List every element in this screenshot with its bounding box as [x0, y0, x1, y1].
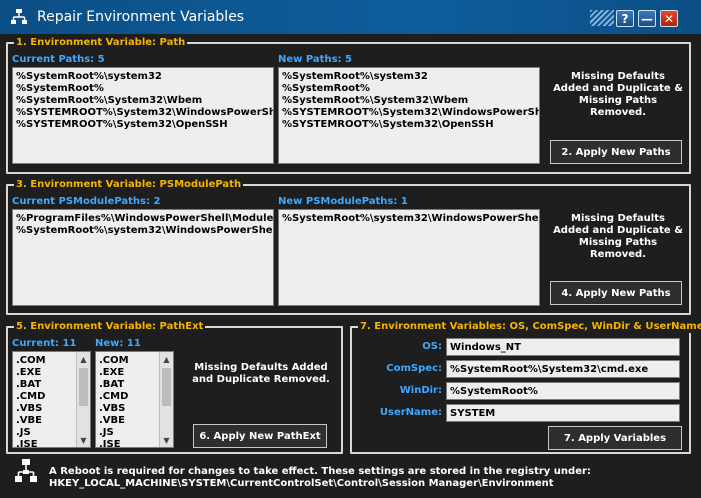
windir-field[interactable]: %SystemRoot% [446, 382, 680, 400]
path-group-title: 1. Environment Variable: Path [14, 36, 188, 49]
scroll-thumb[interactable] [79, 368, 88, 406]
pathext-status-note: Missing Defaults Added and Duplicate Rem… [192, 362, 330, 385]
list-item[interactable]: .COM [16, 355, 46, 367]
apply-new-paths-button[interactable]: 2. Apply New Paths [550, 140, 682, 164]
close-button[interactable]: ✕ [660, 10, 678, 27]
list-item[interactable]: %SystemRoot%\system32 [282, 71, 536, 83]
minimize-button[interactable]: — [638, 10, 656, 27]
new-pathext-label: New: 11 [95, 338, 141, 349]
network-tree-icon [15, 459, 37, 482]
comspec-field[interactable]: %SystemRoot%\System32\cmd.exe [446, 360, 680, 378]
list-item[interactable]: .EXE [16, 367, 46, 379]
new-psmodulepaths-list[interactable]: %SystemRoot%\system32\WindowsPowerShell\… [278, 209, 540, 306]
list-item[interactable]: .JSE [99, 439, 129, 447]
list-item[interactable]: .VBS [16, 403, 46, 415]
list-item[interactable]: %SystemRoot%\system32\WindowsPowerShell\… [16, 225, 273, 237]
new-paths-list[interactable]: %SystemRoot%\system32 %SystemRoot% %Syst… [278, 67, 540, 164]
scroll-up-icon[interactable]: ▲ [160, 352, 173, 366]
list-item[interactable]: %SystemRoot%\system32 [16, 71, 270, 83]
title-bar[interactable]: Repair Environment Variables ? — ✕ [0, 0, 701, 34]
list-item[interactable]: %SystemRoot%\system32\WindowsPowerShell\… [282, 213, 539, 225]
variables-group: 7. Environment Variables: OS, ComSpec, W… [350, 320, 701, 454]
username-label: UserName: [379, 407, 442, 418]
path-status-note: Missing Defaults Added and Duplicate & M… [553, 71, 683, 118]
current-pathext-scrollbar[interactable]: ▲ ▼ [76, 352, 90, 447]
help-button[interactable]: ? [616, 10, 634, 27]
apply-new-pathext-button[interactable]: 6. Apply New PathExt [193, 424, 327, 448]
list-item[interactable]: .COM [99, 355, 129, 367]
current-paths-list[interactable]: %SystemRoot%\system32 %SystemRoot% %Syst… [12, 67, 274, 164]
titlebar-decoration [590, 10, 614, 26]
apply-variables-button[interactable]: 7. Apply Variables [548, 426, 682, 450]
list-item[interactable]: .EXE [99, 367, 129, 379]
list-item[interactable]: %SystemRoot%\System32\Wbem [282, 95, 536, 107]
window-title: Repair Environment Variables [37, 9, 245, 25]
list-item[interactable]: .VBE [99, 415, 129, 427]
new-paths-label: New Paths: 5 [278, 54, 352, 65]
list-item[interactable]: .JSE [16, 439, 46, 447]
list-item[interactable]: %SystemRoot%\System32\Wbem [16, 95, 270, 107]
new-pathext-scrollbar[interactable]: ▲ ▼ [159, 352, 173, 447]
new-psmodulepaths-label: New PSModulePaths: 1 [278, 196, 408, 207]
footer-line-1: A Reboot is required for changes to take… [49, 466, 591, 477]
list-item[interactable]: %ProgramFiles%\WindowsPowerShell\Modules [16, 213, 273, 225]
current-paths-label: Current Paths: 5 [12, 54, 105, 65]
list-item[interactable]: %SYSTEMROOT%\System32\WindowsPowerShell [16, 107, 273, 119]
list-item[interactable]: .CMD [99, 391, 129, 403]
list-item[interactable]: .CMD [16, 391, 46, 403]
username-field[interactable]: SYSTEM [446, 404, 680, 422]
scroll-down-icon[interactable]: ▼ [77, 433, 90, 447]
scroll-down-icon[interactable]: ▼ [160, 433, 173, 447]
windir-label: WinDir: [399, 385, 442, 396]
psmodulepath-group-title: 3. Environment Variable: PSModulePath [14, 178, 244, 191]
scroll-up-icon[interactable]: ▲ [77, 352, 90, 366]
list-item[interactable]: %SYSTEMROOT%\System32\OpenSSH [282, 119, 536, 131]
comspec-label: ComSpec: [386, 363, 442, 374]
path-group: 1. Environment Variable: Path Current Pa… [6, 36, 691, 174]
psmodulepath-status-note: Missing Defaults Added and Duplicate & M… [553, 213, 683, 260]
list-item[interactable]: %SystemRoot% [16, 83, 270, 95]
new-pathext-list[interactable]: .COM .EXE .BAT .CMD .VBS .VBE .JS .JSE ▲… [95, 351, 174, 448]
pathext-group-title: 5. Environment Variable: PathExt [14, 320, 206, 333]
list-item[interactable]: %SYSTEMROOT%\System32\OpenSSH [16, 119, 270, 131]
psmodulepath-group: 3. Environment Variable: PSModulePath Cu… [6, 178, 691, 315]
footer-note: A Reboot is required for changes to take… [49, 466, 591, 490]
os-label: OS: [422, 341, 442, 352]
footer-registry-path: HKEY_LOCAL_MACHINE\SYSTEM\CurrentControl… [49, 478, 554, 489]
network-tree-icon [11, 9, 27, 24]
list-item[interactable]: %SystemRoot% [282, 83, 536, 95]
apply-new-psmodulepaths-button[interactable]: 4. Apply New Paths [550, 281, 682, 305]
current-pathext-list[interactable]: .COM .EXE .BAT .CMD .VBS .VBE .JS .JSE ▲… [12, 351, 91, 448]
os-field[interactable]: Windows_NT [446, 338, 680, 356]
list-item[interactable]: %SYSTEMROOT%\System32\WindowsPowerShell [282, 107, 539, 119]
list-item[interactable]: .VBS [99, 403, 129, 415]
list-item[interactable]: .JS [16, 427, 46, 439]
current-pathext-label: Current: 11 [12, 338, 77, 349]
list-item[interactable]: .BAT [16, 379, 46, 391]
list-item[interactable]: .VBE [16, 415, 46, 427]
list-item[interactable]: .JS [99, 427, 129, 439]
list-item[interactable]: .BAT [99, 379, 129, 391]
current-psmodulepaths-list[interactable]: %ProgramFiles%\WindowsPowerShell\Modules… [12, 209, 274, 306]
current-psmodulepaths-label: Current PSModulePaths: 2 [12, 196, 161, 207]
variables-group-title: 7. Environment Variables: OS, ComSpec, W… [358, 320, 701, 333]
scroll-thumb[interactable] [162, 368, 171, 406]
pathext-group: 5. Environment Variable: PathExt Current… [6, 320, 343, 454]
